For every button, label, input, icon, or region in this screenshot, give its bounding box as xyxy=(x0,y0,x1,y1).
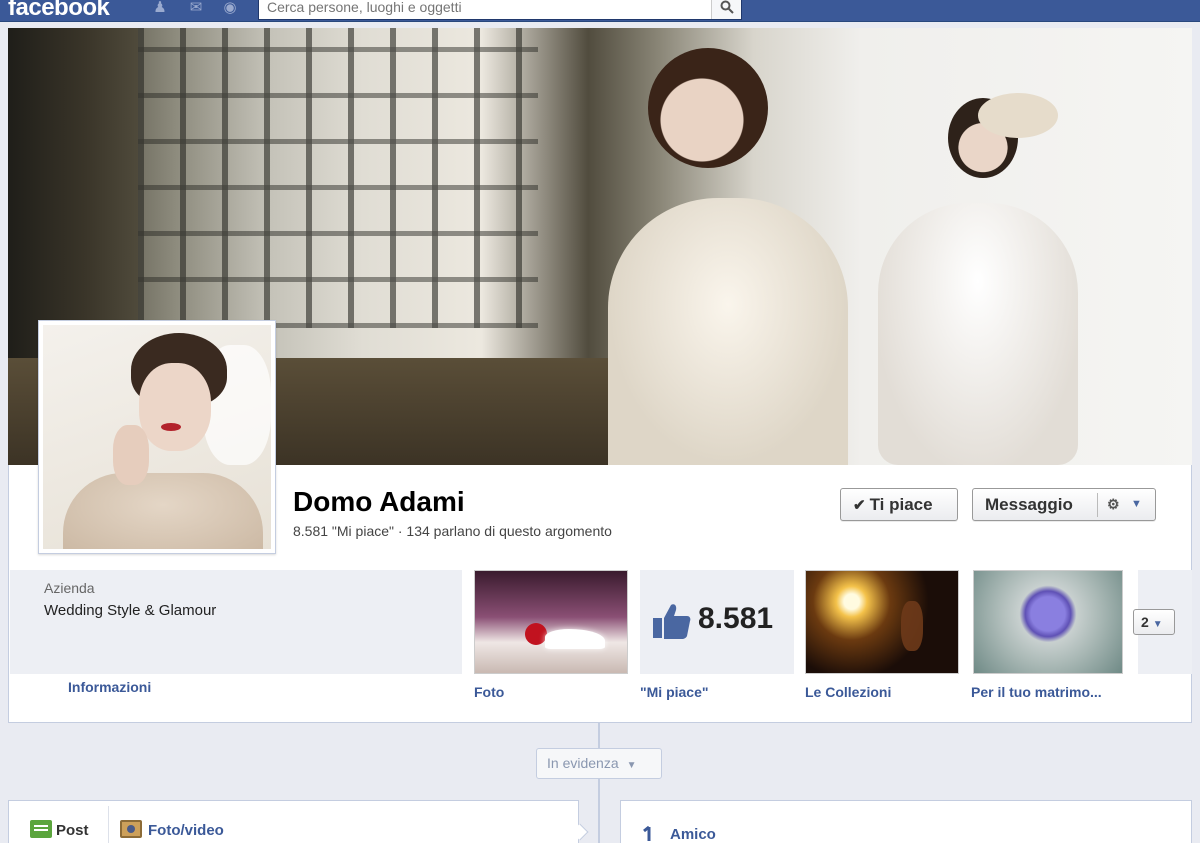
highlight-selector[interactable]: In evidenza ▼ xyxy=(536,748,662,779)
messages-icon[interactable]: ✉ xyxy=(186,0,206,18)
like-button-label: Ti piace xyxy=(869,495,933,514)
tab-post[interactable]: Post xyxy=(30,820,89,839)
more-apps-count: 2 xyxy=(1141,614,1149,630)
chevron-down-icon[interactable]: ▼ xyxy=(1131,489,1142,520)
tab-post-label: Post xyxy=(56,822,89,839)
chevron-down-icon: ▼ xyxy=(1152,619,1163,630)
highlight-selector-label: In evidenza xyxy=(547,755,619,771)
search-button[interactable] xyxy=(711,0,741,19)
post-icon xyxy=(30,820,52,838)
app-label-wedding[interactable]: Per il tuo matrimo... xyxy=(971,684,1102,700)
search-input[interactable] xyxy=(259,0,711,17)
app-photos-thumbnail[interactable] xyxy=(474,570,628,674)
gear-icon[interactable]: ⚙ xyxy=(1107,489,1120,520)
app-wedding-thumbnail[interactable] xyxy=(973,570,1123,674)
page-title[interactable]: Domo Adami xyxy=(293,486,465,518)
search-bar xyxy=(258,0,742,20)
message-button[interactable]: Messaggio ⚙ ▼ xyxy=(972,488,1156,521)
chevron-down-icon: ▼ xyxy=(626,760,637,771)
info-link[interactable]: Informazioni xyxy=(68,679,151,695)
more-apps-button[interactable]: 2 ▼ xyxy=(1133,609,1175,635)
camera-icon xyxy=(120,820,142,838)
friend-link[interactable]: Amico xyxy=(642,826,716,843)
like-button[interactable]: ✔ Ti piace xyxy=(840,488,958,521)
app-label-collections[interactable]: Le Collezioni xyxy=(805,684,891,700)
tab-photo-label: Foto/video xyxy=(148,822,224,839)
page-stats: 8.581 "Mi piace" · 134 parlano di questo… xyxy=(293,523,612,539)
page-description: Wedding Style & Glamour xyxy=(44,602,217,619)
page-category: Azienda xyxy=(44,580,95,596)
likes-count: 8.581 xyxy=(698,602,774,635)
tab-photo-video[interactable]: Foto/video xyxy=(120,820,224,839)
search-icon xyxy=(720,0,734,14)
post-composer xyxy=(8,800,579,843)
cover-bride-main xyxy=(608,48,848,465)
profile-picture[interactable] xyxy=(38,320,276,554)
friend-icon xyxy=(643,826,651,841)
checkmark-icon: ✔ xyxy=(853,497,866,514)
app-label-likes[interactable]: "Mi piace" xyxy=(640,684,709,700)
facebook-logo[interactable]: facebook xyxy=(8,0,110,22)
timeline-spine xyxy=(598,723,600,843)
friend-label: Amico xyxy=(670,826,716,843)
friend-requests-icon[interactable]: ♟ xyxy=(150,0,170,18)
notifications-icon[interactable]: ◉ xyxy=(220,0,240,18)
app-collections-thumbnail[interactable] xyxy=(805,570,959,674)
cover-bride-secondary xyxy=(868,93,1088,465)
app-label-photos[interactable]: Foto xyxy=(474,684,504,700)
thumbs-up-icon xyxy=(653,604,691,639)
top-bar: facebook ♟ ✉ ◉ xyxy=(0,0,1200,22)
message-button-label: Messaggio xyxy=(985,495,1073,514)
app-likes-tile[interactable]: 8.581 xyxy=(640,570,794,674)
